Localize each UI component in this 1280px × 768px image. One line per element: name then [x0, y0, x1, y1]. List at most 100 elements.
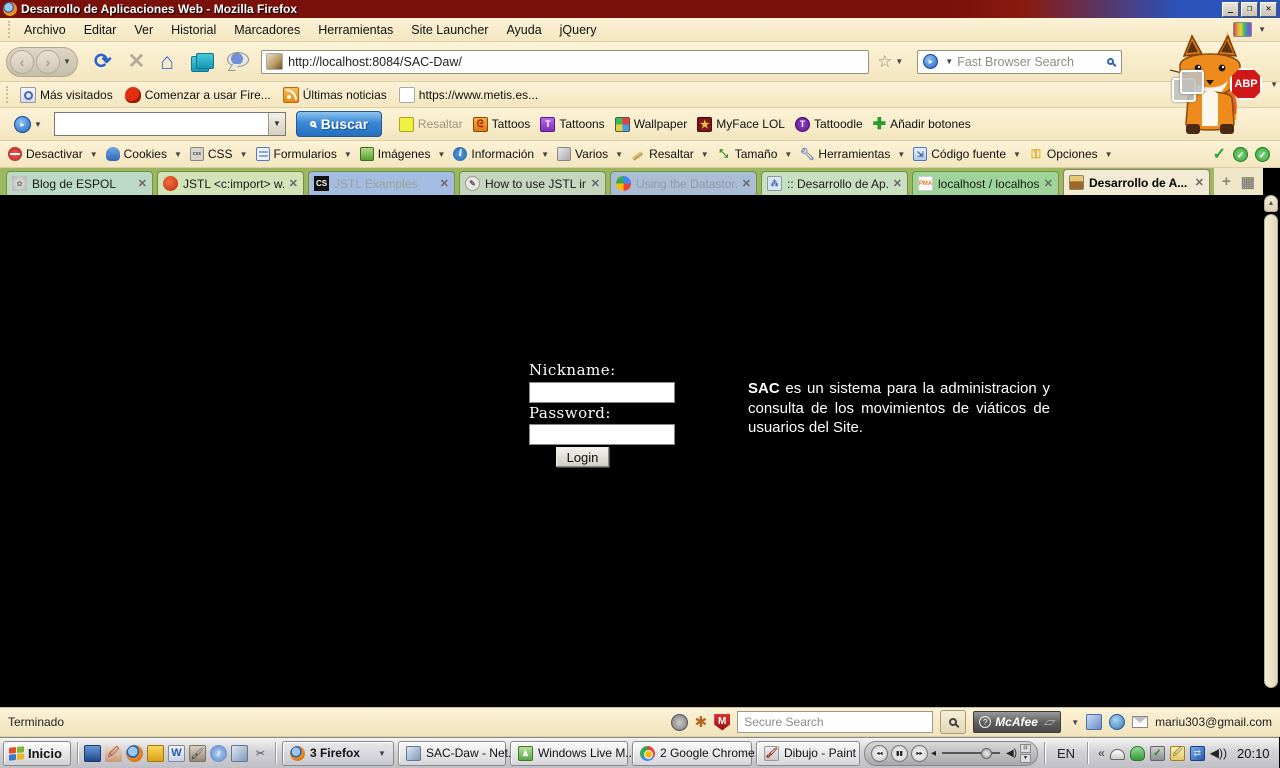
tab-datastore[interactable]: Using the Datastor... ✕ — [610, 171, 757, 195]
quicklaunch-netbeans-icon[interactable] — [231, 745, 248, 762]
tab-close-icon[interactable]: ✕ — [591, 177, 600, 190]
nickname-field[interactable] — [529, 382, 675, 403]
tab-close-icon[interactable]: ✕ — [1195, 176, 1204, 189]
tab-desarrollo-ap[interactable]: ⁂ :: Desarrollo de Ap... ✕ — [761, 171, 908, 195]
tray-network-icon[interactable]: ⇄ — [1190, 746, 1205, 761]
devbar-herramientas[interactable]: 🔧︎ Herramientas▼ — [796, 145, 909, 163]
site-launcher-icon[interactable] — [191, 53, 213, 71]
bookmark-metis[interactable]: https://www.metis.es... — [394, 85, 543, 105]
menu-herramientas[interactable]: Herramientas — [309, 20, 402, 40]
chevron-down-icon[interactable]: ▼ — [1270, 80, 1278, 89]
home-button[interactable]: ⌂ — [160, 48, 174, 75]
firebug-icon[interactable]: ✱ — [695, 713, 708, 731]
bookmark-mas-visitados[interactable]: Más visitados — [15, 85, 118, 105]
search-placeholder[interactable]: Fast Browser Search — [957, 55, 1103, 69]
mcafee-dropdown-icon[interactable]: ▼ — [1071, 718, 1079, 727]
tray-usb-eject-icon[interactable]: ✓ — [1150, 746, 1165, 761]
answers-globe-icon[interactable] — [227, 52, 249, 71]
devbar-informacion[interactable]: i Información▼ — [449, 145, 553, 163]
devbar-css[interactable]: css CSS▼ — [186, 145, 252, 163]
myface-button[interactable]: ★ MyFace LOL — [692, 115, 790, 134]
devbar-formularios[interactable]: Formularios▼ — [252, 145, 356, 163]
history-dropdown-icon[interactable]: ▼ — [63, 57, 71, 66]
login-button[interactable]: Login — [556, 447, 609, 467]
tab-jstl-import[interactable]: JSTL <c:import> w... ✕ — [157, 171, 304, 195]
menu-ver[interactable]: Ver — [125, 20, 162, 40]
add-buttons-button[interactable]: ✚ Añadir botones — [868, 112, 976, 136]
quicklaunch-itunes-icon[interactable]: ♪ — [210, 745, 227, 762]
menu-jquery[interactable]: jQuery — [551, 20, 606, 40]
tab-jstl-examples[interactable]: CS JSTL Examples ✕ — [308, 171, 455, 195]
toolbar-search-input[interactable]: ▼ — [54, 112, 286, 136]
adblock-plus-icon[interactable]: ABP — [1230, 68, 1262, 100]
menu-ayuda[interactable]: Ayuda — [497, 20, 550, 40]
next-track-button[interactable]: ▸▸ — [911, 745, 928, 762]
tattoos-button[interactable]: ᘓ Tattoos — [468, 115, 536, 134]
start-button[interactable]: Inicio — [3, 741, 71, 766]
pages-overlay-icon[interactable] — [1172, 70, 1202, 100]
check-circle-icon[interactable]: ✓ — [1233, 147, 1248, 162]
volume-slider[interactable] — [942, 752, 1000, 754]
mcafee-siteadvisor-button[interactable]: ? McAfee ▱ — [973, 711, 1061, 733]
back-button[interactable]: ‹ — [10, 50, 34, 74]
quicklaunch-firefox-icon[interactable] — [126, 745, 143, 762]
search-provider-dropdown-icon[interactable]: ▼ — [34, 120, 42, 129]
secure-search-input[interactable]: Secure Search — [737, 711, 933, 733]
password-field[interactable] — [529, 424, 675, 445]
tab-close-icon[interactable]: ✕ — [440, 177, 449, 190]
extension-cube-icon[interactable] — [1086, 714, 1102, 730]
gmail-account-label[interactable]: mariu303@gmail.com — [1155, 715, 1272, 729]
media-restore-button[interactable]: ⊡ — [1020, 744, 1031, 753]
tray-volume-icon[interactable]: ◀)) — [1210, 746, 1227, 760]
bookmark-dropdown-icon[interactable]: ▼ — [895, 57, 903, 66]
secure-search-go-button[interactable] — [940, 710, 966, 734]
mail-notifier-icon[interactable] — [1132, 716, 1148, 728]
minimize-button[interactable]: _ — [1222, 2, 1239, 17]
search-engine-icon[interactable]: ▸ — [923, 54, 938, 69]
devbar-desactivar[interactable]: Desactivar▼ — [4, 145, 102, 163]
tray-notes-icon[interactable]: 🖉 — [1170, 746, 1185, 761]
bookmark-ultimas-noticias[interactable]: Últimas noticias — [278, 85, 392, 105]
tab-phpmyadmin[interactable]: PMA localhost / localhos... ✕ — [912, 171, 1059, 195]
stop-button[interactable]: ✕ — [128, 49, 146, 74]
wallpaper-button[interactable]: Wallpaper — [610, 115, 693, 134]
devbar-resaltar[interactable]: Resaltar▼ — [627, 145, 713, 163]
tab-close-icon[interactable]: ✕ — [289, 177, 298, 190]
content-scrollbar[interactable]: ▲ — [1262, 195, 1280, 707]
media-player-controls[interactable]: ◂◂ ▮▮ ▸▸ ◂ ◀) ⊡ ▼ — [864, 741, 1038, 766]
restore-button[interactable]: ❐ — [1241, 2, 1258, 17]
task-chrome-group[interactable]: 2 Google Chrome ▼ — [632, 741, 752, 766]
greasemonkey-icon[interactable] — [671, 714, 688, 731]
menu-archivo[interactable]: Archivo — [15, 20, 75, 40]
search-input[interactable]: ▸ ▼ Fast Browser Search — [917, 50, 1122, 74]
tray-mouse-icon[interactable] — [1110, 749, 1125, 760]
task-netbeans[interactable]: SAC-Daw - Net... — [398, 741, 506, 766]
search-go-icon[interactable] — [1107, 58, 1114, 65]
forward-button[interactable]: › — [36, 50, 60, 74]
pause-button[interactable]: ▮▮ — [891, 745, 908, 762]
menu-marcadores[interactable]: Marcadores — [225, 20, 309, 40]
resaltar-toggle[interactable]: Resaltar — [394, 115, 468, 134]
devbar-opciones[interactable]: ⚿ Opciones▼ — [1025, 145, 1117, 163]
quicklaunch-paint-icon[interactable]: 🖉 — [105, 745, 122, 762]
quicklaunch-scissors-icon[interactable]: ✂ — [252, 745, 269, 762]
tattoons-button[interactable]: T Tattoons — [535, 115, 609, 134]
buscar-button[interactable]: Buscar — [296, 111, 382, 137]
devbar-codigo-fuente[interactable]: ⇲ Código fuente▼ — [909, 145, 1025, 163]
media-collapse-icon[interactable]: ▼ — [1020, 754, 1031, 763]
tray-collapse-icon[interactable]: « — [1098, 746, 1105, 760]
search-engine-dropdown-icon[interactable]: ▼ — [945, 57, 953, 66]
task-firefox-group[interactable]: 3 Firefox ▼ — [282, 741, 394, 766]
tab-close-icon[interactable]: ✕ — [742, 177, 751, 190]
list-all-tabs-icon[interactable]: ▦ — [1241, 173, 1255, 191]
quicklaunch-gimp-icon[interactable]: 🖌 — [189, 745, 206, 762]
new-tab-button[interactable]: + — [1222, 173, 1231, 190]
tattoodle-button[interactable]: T Tattoodle — [790, 115, 868, 134]
language-indicator[interactable]: EN — [1051, 746, 1081, 761]
bookmark-comenzar[interactable]: Comenzar a usar Fire... — [120, 85, 276, 105]
web-globe-icon[interactable] — [1109, 714, 1125, 730]
devbar-cookies[interactable]: Cookies▼ — [102, 145, 186, 163]
close-button[interactable]: ✕ — [1260, 2, 1277, 17]
devbar-imagenes[interactable]: Imágenes▼ — [356, 145, 450, 163]
tray-messenger-icon[interactable] — [1130, 746, 1145, 761]
